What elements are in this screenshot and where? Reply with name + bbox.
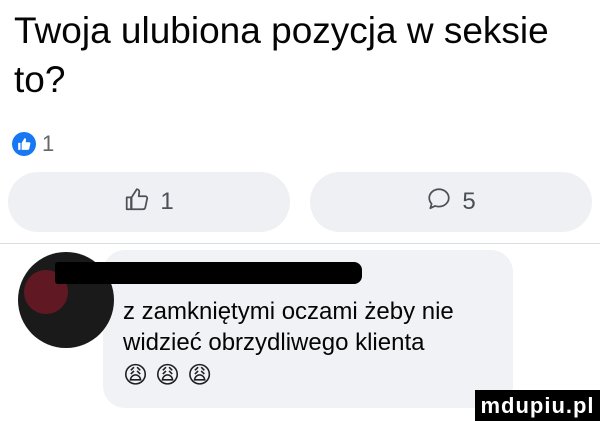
like-button[interactable]: 1 — [8, 172, 290, 232]
thumbs-up-icon — [124, 186, 150, 219]
reaction-summary[interactable]: 1 — [12, 131, 54, 157]
weary-face-emoji: 😩 — [123, 361, 149, 389]
comment-button[interactable]: 5 — [310, 172, 592, 232]
comment-count: 5 — [462, 188, 476, 215]
divider — [0, 243, 600, 244]
weary-face-emoji: 😩 — [155, 361, 181, 389]
comment-text: z zamkniętymi oczami żeby nie widzieć ob… — [123, 298, 454, 356]
watermark: mdupiu.pl — [475, 390, 600, 421]
reaction-count: 1 — [42, 131, 55, 156]
weary-face-emoji: 😩 — [187, 361, 213, 389]
post-text: Twoja ulubiona pozycja w seksie to? — [14, 10, 549, 100]
comment-bubble-icon — [426, 186, 452, 219]
like-count: 1 — [160, 188, 174, 215]
redacted-author-name — [55, 262, 362, 284]
like-badge-icon — [12, 132, 36, 156]
emoji-row: 😩 😩 😩 — [123, 360, 212, 390]
